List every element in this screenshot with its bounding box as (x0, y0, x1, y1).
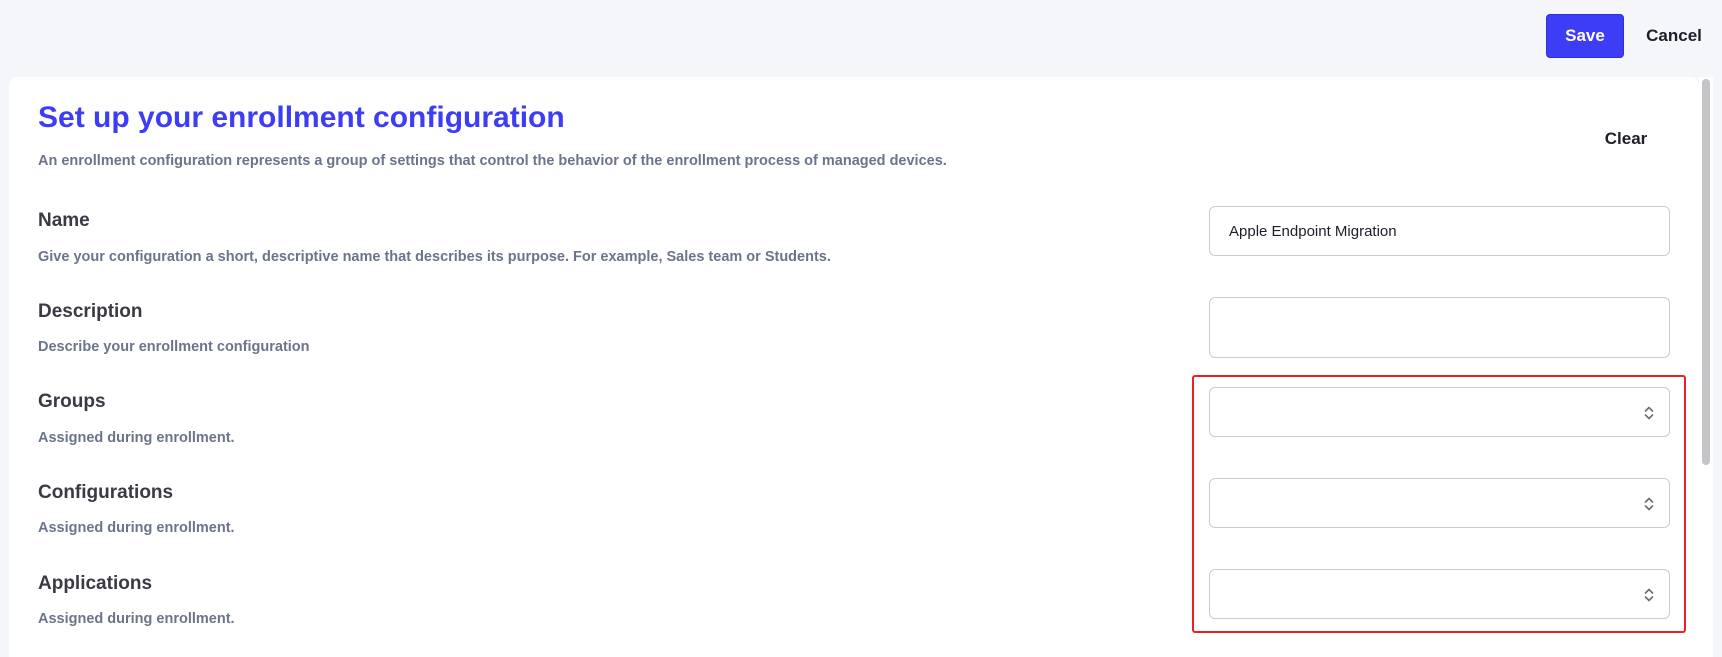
description-help-text: Describe your enrollment configuration (38, 339, 310, 355)
chevron-up-down-icon (1644, 588, 1654, 602)
scrollbar-thumb[interactable] (1702, 79, 1710, 465)
groups-select[interactable] (1209, 387, 1670, 437)
chevron-up-down-icon (1644, 497, 1654, 511)
configurations-label: Configurations (38, 482, 174, 503)
configurations-help-text: Assigned during enrollment. (38, 520, 235, 536)
groups-help-text: Assigned during enrollment. (38, 430, 235, 446)
description-input[interactable] (1209, 297, 1670, 358)
name-label: Name (38, 210, 90, 231)
page-title: Set up your enrollment configuration (38, 101, 565, 134)
enrollment-form-panel: Set up your enrollment configuration An … (9, 77, 1699, 657)
name-help-text: Give your configuration a short, descrip… (38, 249, 831, 265)
name-input[interactable] (1209, 206, 1670, 256)
applications-help-text: Assigned during enrollment. (38, 611, 235, 627)
save-button[interactable]: Save (1546, 14, 1624, 58)
cancel-button[interactable]: Cancel (1636, 14, 1712, 58)
applications-select[interactable] (1209, 569, 1670, 619)
applications-label: Applications (38, 573, 153, 594)
page-subtitle: An enrollment configuration represents a… (38, 153, 947, 169)
chevron-up-down-icon (1644, 406, 1654, 420)
description-label: Description (38, 301, 143, 322)
configurations-select[interactable] (1209, 478, 1670, 528)
clear-button[interactable]: Clear (1591, 123, 1661, 155)
groups-label: Groups (38, 391, 106, 412)
top-action-bar: Save Cancel (0, 0, 1722, 72)
